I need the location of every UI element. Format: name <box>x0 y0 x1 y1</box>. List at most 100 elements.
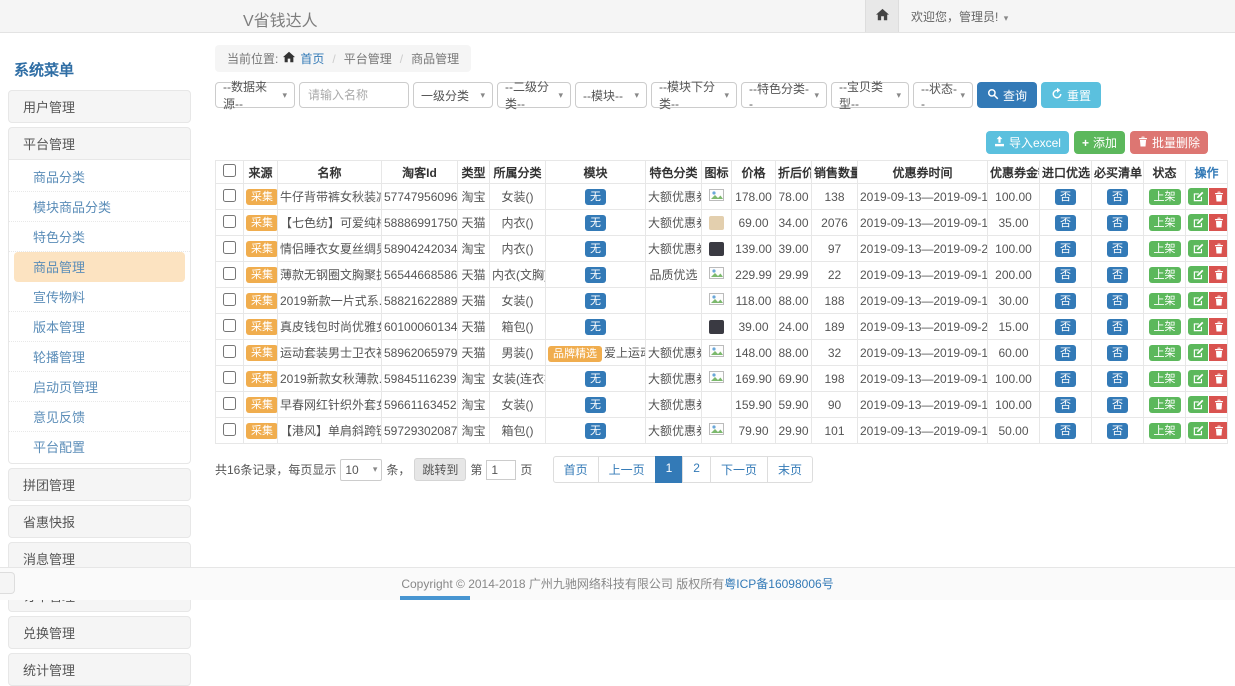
sidebar-panel-header[interactable]: 拼团管理 <box>8 468 191 501</box>
status-badge[interactable]: 上架 <box>1149 293 1181 309</box>
edit-button[interactable] <box>1188 422 1208 439</box>
status-badge[interactable]: 上架 <box>1149 345 1181 361</box>
status-badge[interactable]: 上架 <box>1149 371 1181 387</box>
delete-button[interactable] <box>1209 292 1228 309</box>
row-checkbox[interactable] <box>223 319 236 332</box>
import-preferred-toggle[interactable]: 否 <box>1055 397 1076 413</box>
edit-button[interactable] <box>1188 266 1208 283</box>
delete-button[interactable] <box>1209 396 1228 413</box>
import-preferred-toggle[interactable]: 否 <box>1055 267 1076 283</box>
delete-button[interactable] <box>1209 266 1228 283</box>
must-buy-toggle[interactable]: 否 <box>1107 423 1128 439</box>
row-checkbox[interactable] <box>223 215 236 228</box>
sidebar-item[interactable]: 模块商品分类 <box>9 192 190 222</box>
delete-button[interactable] <box>1209 422 1228 439</box>
sidebar-panel-header[interactable]: 省惠快报 <box>8 505 191 538</box>
sidebar-item[interactable]: 商品分类 <box>9 162 190 192</box>
user-menu[interactable]: 欢迎您，管理员! ▾ <box>911 8 1008 25</box>
edit-button[interactable] <box>1188 344 1208 361</box>
edit-button[interactable] <box>1188 214 1208 231</box>
row-checkbox[interactable] <box>223 189 236 202</box>
pager-button[interactable]: 末页 <box>767 456 813 483</box>
must-buy-toggle[interactable]: 否 <box>1107 189 1128 205</box>
status-badge[interactable]: 上架 <box>1149 423 1181 439</box>
filter-select[interactable]: --宝贝类型--▾ <box>831 82 909 108</box>
import-preferred-toggle[interactable]: 否 <box>1055 215 1076 231</box>
filter-select[interactable]: --状态--▾ <box>913 82 973 108</box>
row-checkbox[interactable] <box>223 345 236 358</box>
import-preferred-toggle[interactable]: 否 <box>1055 345 1076 361</box>
row-checkbox[interactable] <box>223 371 236 384</box>
must-buy-toggle[interactable]: 否 <box>1107 241 1128 257</box>
icp-link[interactable]: 粤ICP备16098006号 <box>724 577 833 591</box>
pager-button[interactable]: 下一页 <box>710 456 768 483</box>
sidebar-item[interactable]: 意见反馈 <box>9 402 190 432</box>
sidebar-item[interactable]: 轮播管理 <box>9 342 190 372</box>
row-checkbox[interactable] <box>223 267 236 280</box>
home-button[interactable] <box>865 0 899 32</box>
must-buy-toggle[interactable]: 否 <box>1107 215 1128 231</box>
import-excel-button[interactable]: 导入excel <box>986 131 1069 154</box>
page-number-input[interactable] <box>486 460 516 480</box>
delete-button[interactable] <box>1209 344 1228 361</box>
sidebar-item[interactable]: 特色分类 <box>9 222 190 252</box>
delete-button[interactable] <box>1209 370 1228 387</box>
select-all-checkbox[interactable] <box>223 164 236 177</box>
must-buy-toggle[interactable]: 否 <box>1107 267 1128 283</box>
import-preferred-toggle[interactable]: 否 <box>1055 189 1076 205</box>
jump-button[interactable]: 跳转到 <box>414 458 466 481</box>
filter-select[interactable]: --数据来源--▾ <box>215 82 295 108</box>
sidebar-item[interactable]: 版本管理 <box>9 312 190 342</box>
page-size-select[interactable]: 10▾ <box>340 459 382 481</box>
sidebar-item[interactable]: 宣传物料 <box>9 282 190 312</box>
pager-button[interactable]: 上一页 <box>598 456 656 483</box>
row-checkbox[interactable] <box>223 423 236 436</box>
breadcrumb-home-link[interactable]: 首页 <box>300 50 324 67</box>
edit-button[interactable] <box>1188 396 1208 413</box>
status-badge[interactable]: 上架 <box>1149 397 1181 413</box>
import-preferred-toggle[interactable]: 否 <box>1055 293 1076 309</box>
add-button[interactable]: + 添加 <box>1074 131 1125 154</box>
pager-button[interactable]: 2 <box>682 456 711 483</box>
delete-button[interactable] <box>1209 318 1228 335</box>
row-checkbox[interactable] <box>223 241 236 254</box>
pager-button[interactable]: 1 <box>655 456 684 483</box>
query-button[interactable]: 查询 <box>977 82 1037 108</box>
import-preferred-toggle[interactable]: 否 <box>1055 423 1076 439</box>
filter-select[interactable]: 一级分类▾ <box>413 82 493 108</box>
must-buy-toggle[interactable]: 否 <box>1107 293 1128 309</box>
corner-widget[interactable] <box>0 572 15 594</box>
must-buy-toggle[interactable]: 否 <box>1107 319 1128 335</box>
delete-button[interactable] <box>1209 188 1228 205</box>
sidebar-panel-header[interactable]: 平台管理 <box>8 127 191 160</box>
row-checkbox[interactable] <box>223 293 236 306</box>
batch-delete-button[interactable]: 批量删除 <box>1130 131 1208 154</box>
status-badge[interactable]: 上架 <box>1149 267 1181 283</box>
status-badge[interactable]: 上架 <box>1149 215 1181 231</box>
name-search-input[interactable] <box>299 82 409 108</box>
import-preferred-toggle[interactable]: 否 <box>1055 241 1076 257</box>
edit-button[interactable] <box>1188 240 1208 257</box>
sidebar-panel-header[interactable]: 用户管理 <box>8 90 191 123</box>
filter-select[interactable]: --特色分类--▾ <box>741 82 827 108</box>
import-preferred-toggle[interactable]: 否 <box>1055 371 1076 387</box>
must-buy-toggle[interactable]: 否 <box>1107 345 1128 361</box>
sidebar-panel-header[interactable]: 统计管理 <box>8 653 191 686</box>
sidebar-item[interactable]: 启动页管理 <box>9 372 190 402</box>
status-badge[interactable]: 上架 <box>1149 241 1181 257</box>
edit-button[interactable] <box>1188 292 1208 309</box>
edit-button[interactable] <box>1188 370 1208 387</box>
filter-select[interactable]: --模块下分类--▾ <box>651 82 737 108</box>
delete-button[interactable] <box>1209 240 1228 257</box>
row-checkbox[interactable] <box>223 397 236 410</box>
status-badge[interactable]: 上架 <box>1149 319 1181 335</box>
status-badge[interactable]: 上架 <box>1149 189 1181 205</box>
import-preferred-toggle[interactable]: 否 <box>1055 319 1076 335</box>
sidebar-panel-header[interactable]: 兑换管理 <box>8 616 191 649</box>
sidebar-item[interactable]: 平台配置 <box>9 432 190 461</box>
sidebar-item[interactable]: 商品管理 <box>14 252 185 282</box>
reset-button[interactable]: 重置 <box>1041 82 1101 108</box>
must-buy-toggle[interactable]: 否 <box>1107 397 1128 413</box>
edit-button[interactable] <box>1188 318 1208 335</box>
must-buy-toggle[interactable]: 否 <box>1107 371 1128 387</box>
